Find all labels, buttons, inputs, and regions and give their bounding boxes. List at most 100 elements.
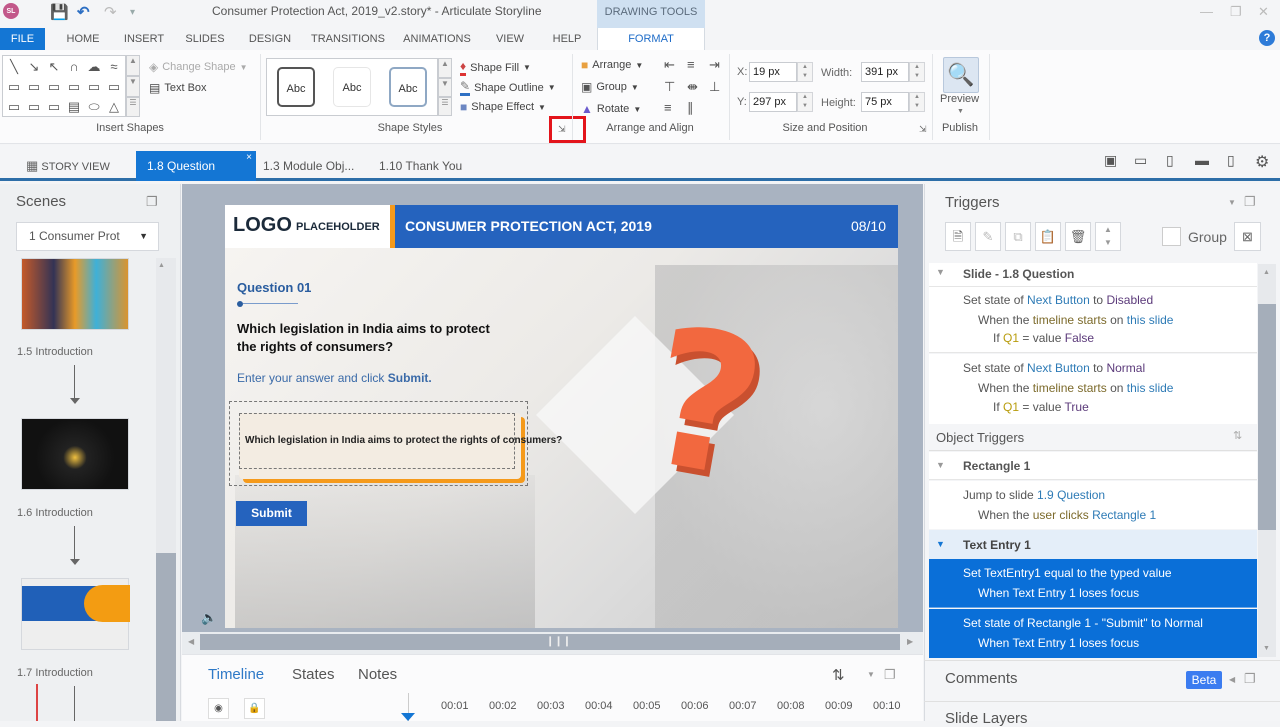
arrange-button[interactable]: ■ Arrange ▼ (581, 58, 643, 72)
shapes-gallery[interactable]: ╲ ↘ ↖ ∩ ☁ ≈ ▭ ▭ ▭ ▭ ▭ ▭ ▭ ▭ ▭ ▤ ⬭ △ (2, 55, 126, 117)
text-entry-input[interactable]: Which legislation in India aims to prote… (245, 435, 562, 446)
playhead-icon[interactable] (401, 713, 415, 721)
object-triggers-header[interactable]: Object Triggers ⇅ (929, 425, 1257, 451)
new-trigger-button[interactable]: 🗎 (945, 222, 971, 251)
phone-portrait-icon[interactable]: ▯ (1227, 152, 1235, 169)
tab-states[interactable]: States (292, 666, 335, 683)
rectangle-shape-icon[interactable]: ▭ (4, 77, 24, 97)
tab-slide-1-3[interactable]: 1.3 Module Obj... (263, 151, 354, 181)
width-spinner[interactable]: ▲ ▼ (909, 62, 925, 82)
double-arrow-shape-icon[interactable]: ↖ (44, 57, 64, 77)
show-hide-icon[interactable]: ◉ (208, 698, 229, 719)
triggers-scroll-thumb[interactable] (1258, 304, 1276, 530)
submit-button[interactable]: Submit (236, 501, 307, 526)
panel-float-icon[interactable]: ❐ (884, 667, 896, 683)
scene-dropdown[interactable]: 1 Consumer Prot ▼ (16, 222, 159, 251)
panel-menu-icon[interactable]: ▼ (867, 670, 875, 679)
desktop-preview-icon[interactable]: ▣ (1104, 152, 1117, 169)
expand-left-icon[interactable]: ◀ (1229, 675, 1235, 684)
align-top-icon[interactable]: ⊤ (664, 79, 675, 95)
round-top-rectangle-shape-icon[interactable]: ▭ (64, 77, 84, 97)
text-box-button[interactable]: ▤ Text Box (149, 81, 207, 95)
panel-float-icon[interactable]: ❐ (1244, 671, 1256, 687)
style-sample-3[interactable]: Abc (389, 67, 427, 107)
snip-rectangle-shape-icon[interactable]: ▭ (44, 77, 64, 97)
copy-trigger-button[interactable]: ⧉ (1005, 222, 1031, 251)
rounded-rectangle-shape-icon[interactable]: ▭ (24, 77, 44, 97)
tab-slide-1-10[interactable]: 1.10 Thank You (379, 151, 462, 181)
x-position-input[interactable]: 19 px (749, 62, 797, 82)
tablet-landscape-icon[interactable]: ▭ (1134, 152, 1147, 169)
slide-trigger-section[interactable]: ▼ Slide - 1.8 Question (929, 263, 1257, 287)
object-trigger-group[interactable]: ▼ Rectangle 1 (929, 452, 1257, 480)
scroll-down-icon[interactable]: ▼ (1263, 645, 1270, 652)
tab-transitions[interactable]: TRANSITIONS (309, 28, 387, 50)
trigger-item[interactable]: Set state of Next Button to Disabled Whe… (929, 287, 1257, 353)
delete-trigger-button[interactable]: 🗑 (1065, 222, 1091, 251)
shape-fill-button[interactable]: ♦ Shape Fill ▼ (460, 59, 531, 76)
minimize-icon[interactable]: — (1200, 4, 1213, 19)
shape-styles-gallery[interactable]: Abc Abc Abc (266, 58, 438, 116)
settings-gear-icon[interactable]: ⚙ (1255, 152, 1269, 172)
scenes-scroll-thumb[interactable] (156, 553, 176, 721)
audio-icon[interactable]: 🔈 (201, 610, 217, 626)
phone-landscape-icon[interactable]: ▬ (1195, 152, 1209, 168)
gallery-scroll-down[interactable]: ▼ (126, 76, 140, 97)
rotate-button[interactable]: ▲ Rotate ▼ (581, 102, 641, 116)
scribble-shape-icon[interactable]: ≈ (104, 57, 124, 77)
gallery-more[interactable]: ☰ (126, 97, 140, 117)
tab-slides[interactable]: SLIDES (180, 28, 230, 50)
rounded-rectangle-2-shape-icon[interactable]: ▭ (24, 97, 44, 117)
change-shape-button[interactable]: ◈ Change Shape ▼ (149, 60, 248, 74)
scroll-up-icon[interactable]: ▲ (158, 262, 165, 269)
shape-outline-button[interactable]: ✎ Shape Outline ▼ (460, 79, 556, 96)
preview-button[interactable]: Preview (940, 93, 979, 105)
close-tab-icon[interactable]: × (246, 143, 252, 173)
triangle-shape-icon[interactable]: △ (104, 97, 124, 117)
save-icon[interactable]: 💾 (50, 3, 69, 21)
y-position-input[interactable]: 297 px (749, 92, 797, 112)
tab-insert[interactable]: INSERT (118, 28, 170, 50)
panel-menu-icon[interactable]: ▼ (1228, 198, 1236, 207)
trigger-item[interactable]: Set state of Next Button to Normal When … (929, 354, 1257, 424)
align-left-icon[interactable]: ⇤ (664, 57, 675, 73)
close-icon[interactable]: ✕ (1258, 4, 1269, 20)
size-position-dialog-launcher-icon[interactable]: ⇲ (919, 124, 927, 135)
collapse-icon[interactable]: ▼ (936, 460, 945, 470)
snip-round-rectangle-shape-icon[interactable]: ▭ (84, 77, 104, 97)
scroll-right-icon[interactable]: ▶ (907, 637, 913, 646)
panel-float-icon[interactable]: ❐ (146, 194, 158, 210)
distribute-vertical-icon[interactable]: ≡ (664, 100, 672, 115)
style-sample-1[interactable]: Abc (277, 67, 315, 107)
expand-icon[interactable]: ▼ (936, 539, 945, 549)
textbox-shape-icon[interactable]: ▤ (64, 97, 84, 117)
tab-slide-1-8[interactable]: 1.8 Question × (136, 151, 256, 181)
snip-rectangle-2-shape-icon[interactable]: ▭ (44, 97, 64, 117)
shape-effect-button[interactable]: ■ Shape Effect ▼ (460, 100, 546, 114)
restore-icon[interactable]: ❐ (1230, 4, 1242, 20)
y-spinner[interactable]: ▲ ▼ (797, 92, 813, 112)
variables-button[interactable]: ⊠ (1234, 222, 1261, 251)
align-bottom-icon[interactable]: ⊥ (709, 79, 720, 95)
comments-title[interactable]: Comments (945, 670, 1018, 687)
tab-view[interactable]: VIEW (488, 28, 532, 50)
preview-icon[interactable]: 🔍 (943, 57, 979, 93)
tab-format[interactable]: FORMAT (597, 28, 705, 50)
height-spinner[interactable]: ▲ ▼ (909, 92, 925, 112)
width-input[interactable]: 391 px (861, 62, 909, 82)
trigger-item[interactable]: Jump to slide 1.9 Question When the user… (929, 481, 1257, 529)
object-trigger-group[interactable]: ▼ Text Entry 1 (929, 530, 1257, 559)
slide-thumbnail[interactable] (21, 418, 129, 490)
help-icon[interactable]: ? (1259, 30, 1275, 46)
styles-scroll-up[interactable]: ▲ (438, 58, 452, 78)
align-right-icon[interactable]: ⇥ (709, 57, 720, 73)
slide-thumbnail[interactable] (21, 578, 130, 650)
story-view-tab[interactable]: ▦ STORY VIEW (26, 151, 110, 181)
tab-help[interactable]: HELP (546, 28, 588, 50)
preview-dropdown-icon[interactable]: ▼ (957, 108, 964, 115)
tab-design[interactable]: DESIGN (243, 28, 297, 50)
collapse-icon[interactable]: ▼ (936, 267, 945, 277)
distribute-horizontal-icon[interactable]: ∥ (687, 100, 694, 116)
timeline-align-icon[interactable]: ⇅ (832, 666, 845, 684)
group-checkbox[interactable] (1162, 227, 1181, 246)
